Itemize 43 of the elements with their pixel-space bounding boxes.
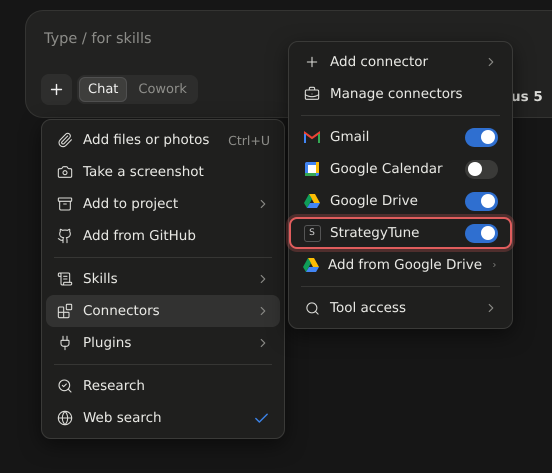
toggle-switch[interactable] <box>465 128 498 146</box>
menu-item[interactable]: Skills <box>46 263 280 295</box>
menu-item[interactable]: Add from GitHub <box>46 220 280 252</box>
menu-item-icon <box>57 228 73 244</box>
menu-item-icon <box>57 164 73 180</box>
letter-badge-icon: S <box>304 224 320 242</box>
menu-item[interactable]: Tool access <box>293 292 508 324</box>
connector-item[interactable]: Gmail <box>293 121 508 153</box>
menu-item[interactable]: Web search <box>46 402 280 434</box>
shortcut-text: Ctrl+U <box>228 132 270 148</box>
mode-tab[interactable]: Cowork <box>129 77 196 102</box>
connector-item[interactable]: S StrategyTune <box>289 217 512 249</box>
toggle-switch[interactable] <box>465 224 498 242</box>
calendar-logo-icon <box>305 162 319 176</box>
triangle-logo-icon <box>304 194 320 208</box>
search-icon <box>304 300 320 316</box>
menu-item-icon <box>57 132 73 148</box>
menu-item-icon <box>57 303 73 319</box>
mail-logo-icon <box>304 131 320 143</box>
plus-icon <box>304 54 320 70</box>
menu-item[interactable]: Add connector <box>293 46 508 78</box>
toggle-switch[interactable] <box>465 192 498 210</box>
menu-item-icon <box>57 378 73 394</box>
menu-item[interactable]: Research <box>46 370 280 402</box>
menu-item-icon <box>57 196 73 212</box>
briefcase-icon <box>304 86 320 102</box>
toggle-switch[interactable] <box>465 160 498 178</box>
menu-item[interactable]: Manage connectors <box>293 78 508 110</box>
triangle-logo-icon <box>303 258 319 272</box>
connector-item[interactable]: Google Drive <box>293 185 508 217</box>
message-input[interactable]: Type / for skills <box>44 31 344 47</box>
plus-icon <box>48 81 65 98</box>
connector-item[interactable]: Add from Google Drive <box>293 249 508 281</box>
menu-item[interactable]: Plugins <box>46 327 280 359</box>
menu-item-icon <box>57 410 73 426</box>
mode-tab[interactable]: Chat <box>79 77 128 102</box>
add-button[interactable] <box>41 74 72 105</box>
menu-item[interactable]: Take a screenshot <box>46 156 280 188</box>
menu-item-icon <box>57 271 73 287</box>
connector-item[interactable]: Google Calendar <box>293 153 508 185</box>
menu-item[interactable]: Add files or photos Ctrl+U <box>46 124 280 156</box>
menu-item[interactable]: Add to project <box>46 188 280 220</box>
menu-item[interactable]: Connectors <box>46 295 280 327</box>
